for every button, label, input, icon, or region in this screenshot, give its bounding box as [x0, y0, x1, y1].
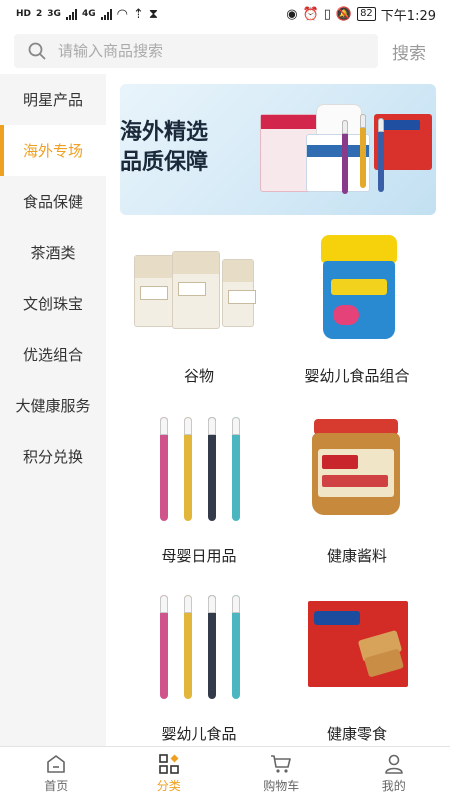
battery-icon: 82 [357, 7, 376, 21]
category-label: 母婴日用品 [161, 547, 237, 565]
nav-home-label: 首页 [44, 779, 69, 793]
category-label: 健康零食 [326, 725, 387, 743]
user-icon [384, 754, 403, 774]
category-label: 婴幼儿食品 [161, 725, 237, 743]
sim-indicator: 2 [36, 9, 43, 19]
signal-icon [65, 8, 77, 20]
nav-category-label: 分类 [156, 779, 181, 793]
sidebar-item-overseas[interactable]: 海外专场 [0, 125, 106, 176]
search-box[interactable] [14, 34, 378, 68]
peanut-butter-image [278, 405, 436, 535]
cart-icon [271, 755, 292, 773]
category-card[interactable]: 健康零食 [278, 583, 436, 761]
category-card[interactable]: 婴幼儿食品 [120, 583, 278, 761]
nav-cart-label: 购物车 [263, 779, 300, 793]
category-icon [158, 754, 179, 774]
vibrate-icon: ▯ [323, 6, 331, 22]
cereal-bags-image [120, 225, 278, 355]
nav-cart[interactable]: 购物车 [225, 747, 338, 800]
sidebar-item-combos[interactable]: 优选组合 [0, 329, 106, 380]
banner-line-1: 海外精选 [120, 120, 209, 145]
toothbrush-image [120, 583, 278, 713]
signal-icon-2 [100, 8, 112, 20]
banner-text: 海外精选 品质保障 [120, 118, 208, 178]
alarm-icon: ⏰ [302, 6, 319, 22]
sidebar-item-stars[interactable]: 明星产品 [0, 74, 106, 125]
nav-category[interactable]: 分类 [113, 747, 226, 800]
home-icon [47, 755, 66, 773]
category-sidebar: 明星产品 海外专场 食品保健 茶酒类 文创珠宝 优选组合 大健康服务 积分兑换 [0, 74, 106, 746]
sidebar-item-health-service[interactable]: 大健康服务 [0, 380, 106, 431]
category-label: 谷物 [183, 367, 214, 385]
nav-mine[interactable]: 我的 [338, 747, 450, 800]
sidebar-item-points[interactable]: 积分兑换 [0, 431, 106, 482]
search-button[interactable]: 搜索 [392, 39, 426, 64]
category-label: 健康酱料 [326, 547, 387, 565]
category-label: 婴幼儿食品组合 [304, 367, 410, 385]
nav-home[interactable]: 首页 [0, 747, 113, 800]
category-card[interactable]: 婴幼儿食品组合 [278, 225, 436, 403]
status-bar: HD 2 3G 4G ◠ ⇡ ⧗ ◉ ⏰ ▯ 🔕 82 下午1:29 [0, 0, 450, 28]
toothbrush-image [120, 405, 278, 535]
hd-indicator: HD [16, 9, 32, 19]
upload-icon: ⇡ [132, 6, 144, 22]
network-3g-label: 3G [47, 9, 61, 19]
status-time: 下午1:29 [380, 8, 436, 24]
toothbrush-image [360, 114, 366, 188]
sidebar-item-food-health[interactable]: 食品保健 [0, 176, 106, 227]
banner-line-2: 品质保障 [120, 150, 209, 175]
bottom-nav: 首页 分类 购物车 我的 [0, 746, 450, 800]
wifi-icon: ◠ [116, 6, 128, 22]
status-left: HD 2 3G 4G ◠ ⇡ ⧗ [16, 7, 158, 22]
sidebar-item-culture-jewelry[interactable]: 文创珠宝 [0, 278, 106, 329]
gummies-jar-image [278, 225, 436, 355]
search-icon [28, 42, 46, 60]
biscuit-box-image [278, 583, 436, 713]
search-row: 搜索 [0, 32, 450, 70]
network-4g-label: 4G [81, 9, 96, 19]
toothbrush-image [378, 118, 384, 192]
mute-icon: 🔕 [335, 6, 353, 22]
toothbrush-image [342, 120, 348, 194]
jar-image [316, 104, 362, 138]
sidebar-item-tea-wine[interactable]: 茶酒类 [0, 227, 106, 278]
nav-mine-label: 我的 [381, 779, 406, 793]
status-right: ◉ ⏰ ▯ 🔕 82 下午1:29 [286, 5, 436, 24]
category-card[interactable]: 健康酱料 [278, 405, 436, 583]
hourglass-icon: ⧗ [148, 6, 158, 22]
category-card[interactable]: 谷物 [120, 225, 278, 403]
eye-icon: ◉ [286, 6, 298, 22]
promo-banner[interactable]: 海外精选 品质保障 [120, 84, 436, 215]
category-card[interactable]: 母婴日用品 [120, 405, 278, 583]
search-input[interactable] [58, 42, 338, 60]
